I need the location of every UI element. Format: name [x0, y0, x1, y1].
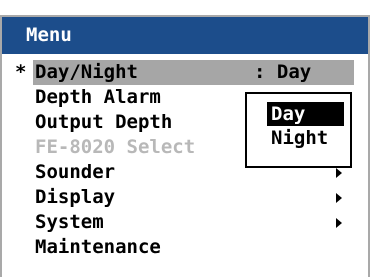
menu-item-label: Output Depth	[35, 111, 173, 133]
menu-item-day-night[interactable]: * Day/Night : Day	[2, 60, 368, 85]
day-night-popup: Day Night	[245, 92, 352, 168]
menu-item-label: System	[35, 211, 104, 233]
menu-item-label: Sounder	[35, 161, 116, 183]
option-day[interactable]: Day	[267, 102, 344, 126]
menu-item-display[interactable]: Display	[2, 185, 368, 210]
menu-item-system[interactable]: System	[2, 210, 368, 235]
submenu-arrow-icon	[336, 193, 342, 203]
selected-marker: *	[15, 61, 27, 83]
submenu-arrow-icon	[336, 218, 342, 228]
menu-window: Menu * Day/Night : Day Depth Alarm Outpu…	[0, 15, 370, 277]
menu-title: Menu	[2, 17, 368, 54]
menu-item-label: Day/Night	[35, 61, 138, 83]
option-night[interactable]: Night	[267, 126, 332, 150]
menu-item-label: Maintenance	[35, 236, 161, 258]
menu-item-label: FE-8020 Select	[35, 136, 196, 158]
submenu-arrow-icon	[336, 168, 342, 178]
menu-item-label: Depth Alarm	[35, 86, 161, 108]
menu-item-label: Display	[35, 186, 116, 208]
menu-item-value: : Day	[254, 61, 312, 83]
menu-item-maintenance[interactable]: Maintenance	[2, 235, 368, 260]
